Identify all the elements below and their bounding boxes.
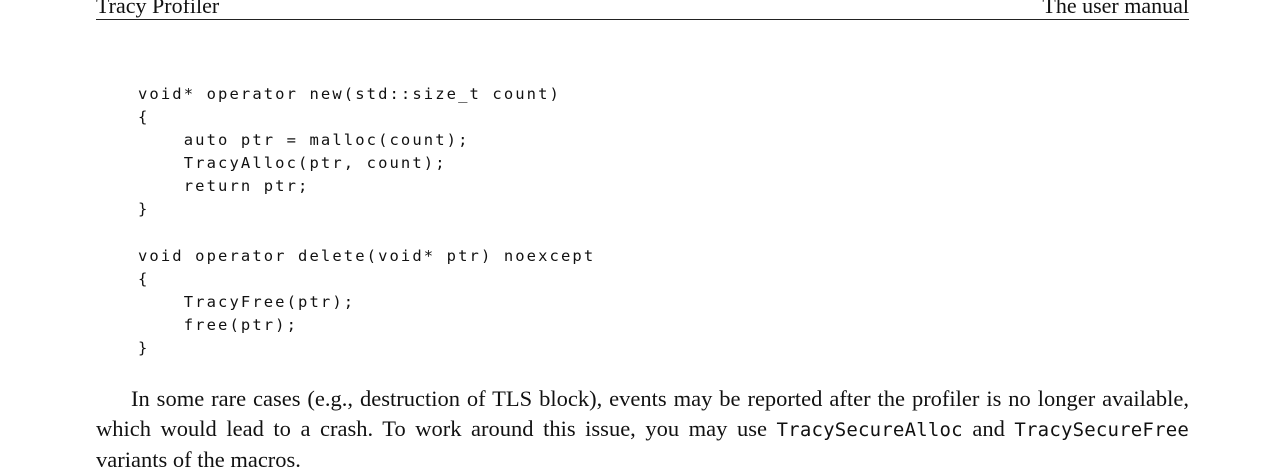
code-listing: void* operator new(std::size_t count) { … bbox=[138, 83, 595, 360]
code-line: return ptr; bbox=[138, 177, 310, 196]
code-line: } bbox=[138, 200, 150, 219]
code-line: { bbox=[138, 269, 150, 288]
inline-code-secure-alloc: TracySecureAlloc bbox=[776, 418, 963, 441]
code-line: void operator delete(void* ptr) noexcept bbox=[138, 246, 596, 265]
paragraph-text: variants of the macros. bbox=[96, 447, 301, 473]
header-right-title: The user manual bbox=[1042, 0, 1189, 18]
paragraph-text: and bbox=[962, 415, 1015, 441]
body-paragraph: In some rare cases (e.g., destruction of… bbox=[96, 384, 1189, 475]
inline-code-secure-free: TracySecureFree bbox=[1014, 418, 1189, 441]
header-left-title: Tracy Profiler bbox=[96, 0, 220, 18]
code-line: auto ptr = malloc(count); bbox=[138, 131, 470, 150]
running-header: Tracy Profiler The user manual bbox=[96, 0, 1189, 20]
code-line: TracyFree(ptr); bbox=[138, 292, 356, 311]
code-line: free(ptr); bbox=[138, 315, 299, 334]
code-line: void* operator new(std::size_t count) bbox=[138, 85, 561, 103]
code-line: } bbox=[138, 339, 150, 358]
code-line: TracyAlloc(ptr, count); bbox=[138, 154, 447, 173]
code-line: { bbox=[138, 108, 150, 127]
